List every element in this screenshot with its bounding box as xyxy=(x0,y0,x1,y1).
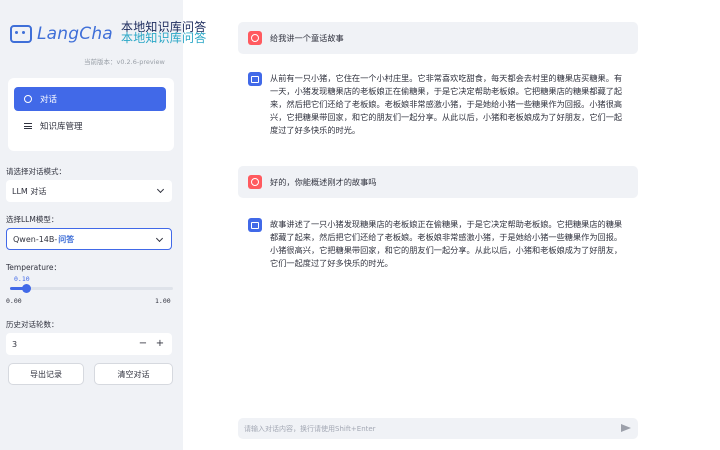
chat-message-user: 给我讲一个童话故事 xyxy=(238,22,638,54)
decrement-button[interactable]: − xyxy=(136,336,150,352)
chat-bubble-icon xyxy=(24,95,32,103)
chevron-down-icon xyxy=(155,234,164,243)
temperature-min: 0.00 xyxy=(6,297,22,305)
nav-item-chat[interactable]: 对话 xyxy=(14,87,166,111)
chat-input[interactable] xyxy=(244,424,604,433)
database-icon xyxy=(24,123,32,129)
model-overlay-text: 问答 xyxy=(58,234,75,244)
assistant-avatar-icon xyxy=(248,218,262,232)
mode-select[interactable]: LLM 对话 xyxy=(6,180,172,202)
logo-text: LangCha 本地知识库问答 本地知识库问答 xyxy=(37,21,206,44)
version-label: 当前版本：v0.2.6-preview xyxy=(84,58,165,66)
logo-overlay-line2: 本地知识库问答 xyxy=(121,31,207,45)
temperature-label: Temperature： xyxy=(6,263,62,272)
mode-label: 请选择对话模式： xyxy=(6,167,66,176)
sidebar: LangCha 本地知识库问答 本地知识库问答 当前版本：v0.2.6-prev… xyxy=(0,0,206,450)
history-number-value: 3 xyxy=(12,339,18,349)
message-text: 从前有一只小猪，它住在一个小村庄里。它非常喜欢吃甜食，每天都会去村里的糖果店买糖… xyxy=(270,73,623,135)
nav-item-knowledge-base[interactable]: 知识库管理 xyxy=(14,114,166,138)
history-label: 历史对话轮数： xyxy=(6,320,59,329)
chevron-down-icon xyxy=(156,185,165,194)
logo-text-main: LangCha xyxy=(37,24,113,44)
history-number-input[interactable]: 3 − + xyxy=(6,333,172,355)
chat-message-assistant: 故事讲述了一只小猪发现糖果店的老板娘正在偷糖果，于是它决定帮助老板娘。它把糖果店… xyxy=(238,214,638,274)
increment-button[interactable]: + xyxy=(153,336,167,352)
message-text: 好的，你能概述刚才的故事吗 xyxy=(270,176,377,187)
temperature-max: 1.00 xyxy=(155,297,171,305)
assistant-avatar-icon xyxy=(248,72,262,86)
temperature-value: 0.10 xyxy=(14,275,30,283)
chat-message-assistant: 从前有一只小猪，它住在一个小村庄里。它非常喜欢吃甜食，每天都会去村里的糖果店买糖… xyxy=(238,68,638,141)
clear-chat-button[interactable]: 清空对话 xyxy=(94,363,173,385)
chat-message-user: 好的，你能概述刚才的故事吗 xyxy=(238,166,638,198)
nav-item-chat-label: 对话 xyxy=(40,95,58,105)
model-select-value: Qwen-14B- xyxy=(13,234,58,244)
user-avatar-icon xyxy=(248,31,262,45)
logo: LangCha 本地知识库问答 本地知识库问答 xyxy=(10,20,206,48)
temperature-slider-thumb[interactable] xyxy=(21,284,31,293)
message-text: 给我讲一个童话故事 xyxy=(270,32,344,43)
chat-input-bar xyxy=(238,418,638,439)
logo-overlay: 本地知识库问答 本地知识库问答 xyxy=(121,21,207,45)
temperature-slider[interactable] xyxy=(10,284,173,293)
export-record-button[interactable]: 导出记录 xyxy=(8,363,84,385)
model-select[interactable]: Qwen-14B- 问答 xyxy=(6,228,172,250)
message-text: 故事讲述了一只小猪发现糖果店的老板娘正在偷糖果，于是它决定帮助老板娘。它把糖果店… xyxy=(270,219,623,268)
mode-select-value: LLM 对话 xyxy=(12,186,47,196)
model-label: 选择LLM模型： xyxy=(6,215,59,224)
app-root: LangCha 本地知识库问答 本地知识库问答 当前版本：v0.2.6-prev… xyxy=(0,0,720,450)
user-avatar-icon xyxy=(248,175,262,189)
send-icon[interactable] xyxy=(621,424,631,432)
nav-menu: 对话 知识库管理 xyxy=(8,78,174,151)
logo-robot-icon xyxy=(10,25,32,43)
nav-item-knowledge-base-label: 知识库管理 xyxy=(40,122,83,132)
